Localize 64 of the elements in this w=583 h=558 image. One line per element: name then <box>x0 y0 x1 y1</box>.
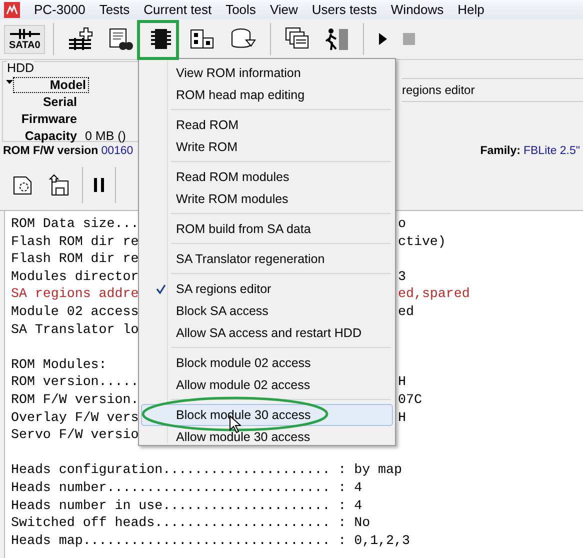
log-line: Flash ROM dir re <box>11 232 139 250</box>
menu-item[interactable]: SA Translator regeneration <box>141 248 393 270</box>
log-line: ROM Data size... <box>11 215 139 233</box>
menu-item[interactable]: Block module 02 access <box>141 352 393 374</box>
menu-item[interactable]: Allow module 30 access <box>141 426 393 448</box>
log-line: H <box>398 408 406 426</box>
menu-item[interactable]: Read ROM <box>141 114 393 136</box>
menu-item[interactable]: Users tests <box>312 2 377 17</box>
menu-item[interactable]: Tests <box>99 2 130 17</box>
log-line: Flash ROM dir re <box>11 250 139 268</box>
log-line: Heads map............................... : 0,1,2,3 <box>11 532 410 550</box>
menu-item[interactable]: ROM build from SA data <box>141 218 393 240</box>
menu-item[interactable]: Allow module 02 access <box>141 374 393 396</box>
field-value: 0 MB () <box>85 128 126 142</box>
log-line: 07C <box>398 390 422 409</box>
log-line: ed <box>398 302 414 321</box>
firmware-label: ROM F/W version <box>3 145 98 157</box>
caret-icon <box>6 80 13 84</box>
panel-title: HDD <box>7 61 34 75</box>
field-label: Capacity <box>24 128 78 142</box>
menu-item[interactable]: Help <box>458 2 484 17</box>
family-label: Family: <box>480 145 520 157</box>
menu-item[interactable]: Write ROM modules <box>141 188 393 210</box>
menu-item[interactable]: Write ROM <box>141 136 393 158</box>
field-label: Serial <box>42 94 78 108</box>
log-line: Heads configuration..................... : by map <box>11 461 402 479</box>
menu-item[interactable]: Read ROM modules <box>141 166 393 188</box>
firmware-value: 00160 <box>101 145 134 157</box>
log-line: Heads number............................ : 4 <box>11 478 362 496</box>
menu-item[interactable]: ROM head map editing <box>141 84 393 106</box>
log-line: H <box>398 373 406 391</box>
menu-item[interactable]: SA regions editor <box>141 278 393 300</box>
menu-item[interactable]: View ROM information <box>141 62 393 84</box>
connector-icon <box>10 28 40 40</box>
family-value: FBLite 2.5" <box>523 145 580 157</box>
log-line: Heads number in use..................... : 4 <box>11 496 362 514</box>
field-label: Model <box>13 76 89 92</box>
log-line: Switched off heads...................... : No <box>11 514 370 532</box>
log-line: Modules director <box>11 268 139 286</box>
port-button[interactable]: SATA0 <box>4 24 46 54</box>
log-line: SA regions addre <box>11 285 139 303</box>
panel-title: regions editor <box>402 83 475 97</box>
menu-item[interactable]: Tools <box>226 2 256 17</box>
menu-item[interactable]: PC-3000 <box>34 2 86 17</box>
log-line: 3 <box>398 268 406 286</box>
app-logo-icon <box>4 2 20 18</box>
log-line: ed,spared <box>398 285 470 303</box>
menu-item[interactable]: Allow SA access and restart HDD <box>141 322 393 344</box>
menu-item[interactable]: Windows <box>390 2 444 17</box>
log-line: ROM F/W version. <box>11 390 139 409</box>
log-line: Module 02 access <box>11 302 139 321</box>
menu-item[interactable]: Block module 30 access <box>141 404 393 426</box>
log-line: ctive) <box>398 232 446 250</box>
log-line: ROM Modules: <box>11 356 107 374</box>
menu-item[interactable]: View <box>270 2 298 17</box>
highlight-frame <box>137 20 179 60</box>
log-line: o <box>398 215 406 233</box>
menu-item[interactable]: Current test <box>144 2 212 17</box>
log-line: SA Translator lo <box>11 320 139 338</box>
menu-item[interactable]: Block SA access <box>141 300 393 322</box>
log-line: Overlay F/W vers <box>11 408 139 426</box>
field-label: Firmware <box>20 112 78 126</box>
log-line: Servo F/W versio <box>11 426 139 444</box>
log-line: ROM version..... <box>11 373 139 391</box>
